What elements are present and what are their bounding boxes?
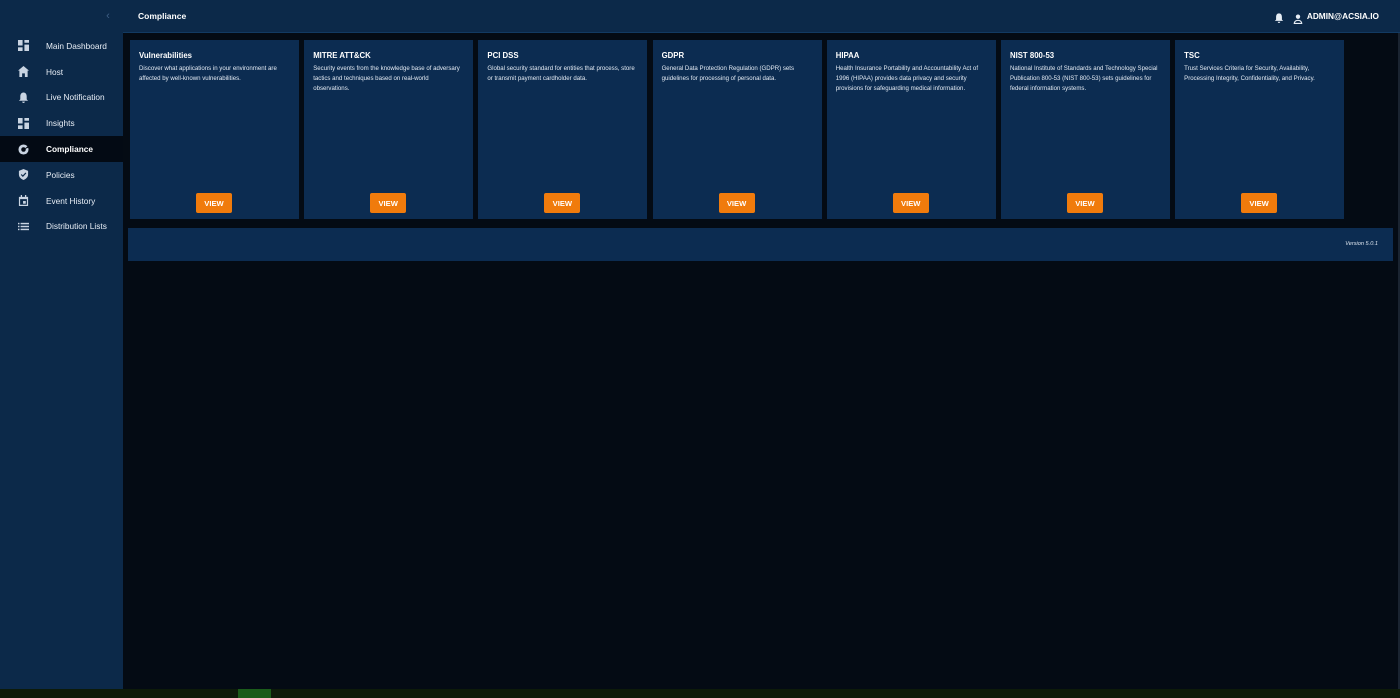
bottom-scrollbar-thumb[interactable] <box>238 689 271 698</box>
user-account-menu[interactable]: ADMIN@ACSIA.IO <box>1307 11 1379 21</box>
card-nist-800-53: NIST 800-53 National Institute of Standa… <box>1000 40 1170 219</box>
compliance-cards: Vulnerabilities Discover what applicatio… <box>130 40 1349 219</box>
version-label: Version 5.0.1 <box>1345 241 1378 247</box>
top-header: Compliance ADMIN@ACSIA.IO <box>123 0 1400 33</box>
sidebar-item-label: Insights <box>46 118 75 129</box>
card-title: GDPR <box>661 51 685 60</box>
card-title: NIST 800-53 <box>1009 51 1055 60</box>
view-hipaa-button[interactable]: VIEW <box>892 193 929 213</box>
sidebar-item-host[interactable]: Host <box>0 59 123 85</box>
card-title: Vulnerabilities <box>139 51 193 60</box>
sidebar-item-label: Host <box>46 66 64 77</box>
card-gdpr: GDPR General Data Protection Regulation … <box>652 40 822 219</box>
view-tsc-button[interactable]: VIEW <box>1241 193 1278 213</box>
sidebar-item-label: Main Dashboard <box>46 40 107 51</box>
collapse-sidebar-button[interactable]: ‹ <box>102 10 114 24</box>
card-pci-dss: PCI DSS Global security standard for ent… <box>478 40 648 219</box>
shield-icon <box>0 169 46 181</box>
header-actions: ADMIN@ACSIA.IO <box>1274 10 1379 24</box>
sidebar-item-label: Live Notification <box>46 92 105 103</box>
sidebar: ‹ Main Dashboard Host Live Notification <box>0 0 123 689</box>
card-vulnerabilities: Vulnerabilities Discover what applicatio… <box>130 40 299 219</box>
card-description: General Data Protection Regulation (GDPR… <box>661 65 794 83</box>
sidebar-item-label: Distribution Lists <box>46 221 107 232</box>
card-tsc: TSC Trust Services Criteria for Security… <box>1175 40 1345 219</box>
card-hipaa: HIPAA Health Insurance Portability and A… <box>826 40 996 219</box>
sidebar-item-live-notification[interactable]: Live Notification <box>0 85 123 111</box>
card-description: National Institute of Standards and Tech… <box>1009 65 1158 93</box>
home-icon <box>0 66 46 78</box>
calendar-icon <box>0 195 46 207</box>
sidebar-item-policies[interactable]: Policies <box>0 162 123 188</box>
sidebar-item-event-history[interactable]: Event History <box>0 188 123 214</box>
sidebar-item-label: Event History <box>46 195 96 206</box>
card-title: PCI DSS <box>487 51 519 60</box>
card-title: MITRE ATT&CK <box>313 51 371 60</box>
bottom-scrollbar-track[interactable] <box>0 689 1400 698</box>
version-footer: Version 5.0.1 <box>128 228 1393 261</box>
card-title: HIPAA <box>835 51 860 60</box>
view-gdpr-button[interactable]: VIEW <box>718 193 755 213</box>
sidebar-item-compliance[interactable]: Compliance <box>0 136 123 162</box>
sidebar-item-label: Compliance <box>46 144 94 155</box>
app-root: ‹ Main Dashboard Host Live Notification <box>0 0 1400 698</box>
view-pci-dss-button[interactable]: VIEW <box>544 193 581 213</box>
user-icon <box>1293 11 1303 24</box>
notification-bell-icon[interactable] <box>1274 10 1284 23</box>
card-description: Discover what applications in your envir… <box>139 65 277 83</box>
card-title: TSC <box>1184 51 1200 60</box>
sidebar-item-main-dashboard[interactable]: Main Dashboard <box>0 33 123 59</box>
bell-icon <box>0 92 46 103</box>
sidebar-item-label: Policies <box>46 169 75 180</box>
card-description: Security events from the knowledge base … <box>313 65 460 93</box>
sidebar-nav: Main Dashboard Host Live Notification In… <box>0 33 123 239</box>
view-vulnerabilities-button[interactable]: VIEW <box>196 193 232 213</box>
card-description: Global security standard for entities th… <box>487 65 635 83</box>
card-description: Health Insurance Portability and Account… <box>835 65 979 93</box>
compliance-icon <box>0 144 46 155</box>
view-mitre-attack-button[interactable]: VIEW <box>370 193 407 213</box>
sidebar-item-insights[interactable]: Insights <box>0 110 123 136</box>
card-description: Trust Services Criteria for Security, Av… <box>1184 65 1315 83</box>
sidebar-item-distribution-lists[interactable]: Distribution Lists <box>0 214 123 240</box>
card-mitre-attack: MITRE ATT&CK Security events from the kn… <box>304 40 474 219</box>
list-icon <box>0 221 46 232</box>
dashboard-icon <box>0 40 46 52</box>
page-title: Compliance <box>138 11 187 21</box>
insights-icon <box>0 117 46 129</box>
view-nist-800-53-button[interactable]: VIEW <box>1066 193 1103 213</box>
